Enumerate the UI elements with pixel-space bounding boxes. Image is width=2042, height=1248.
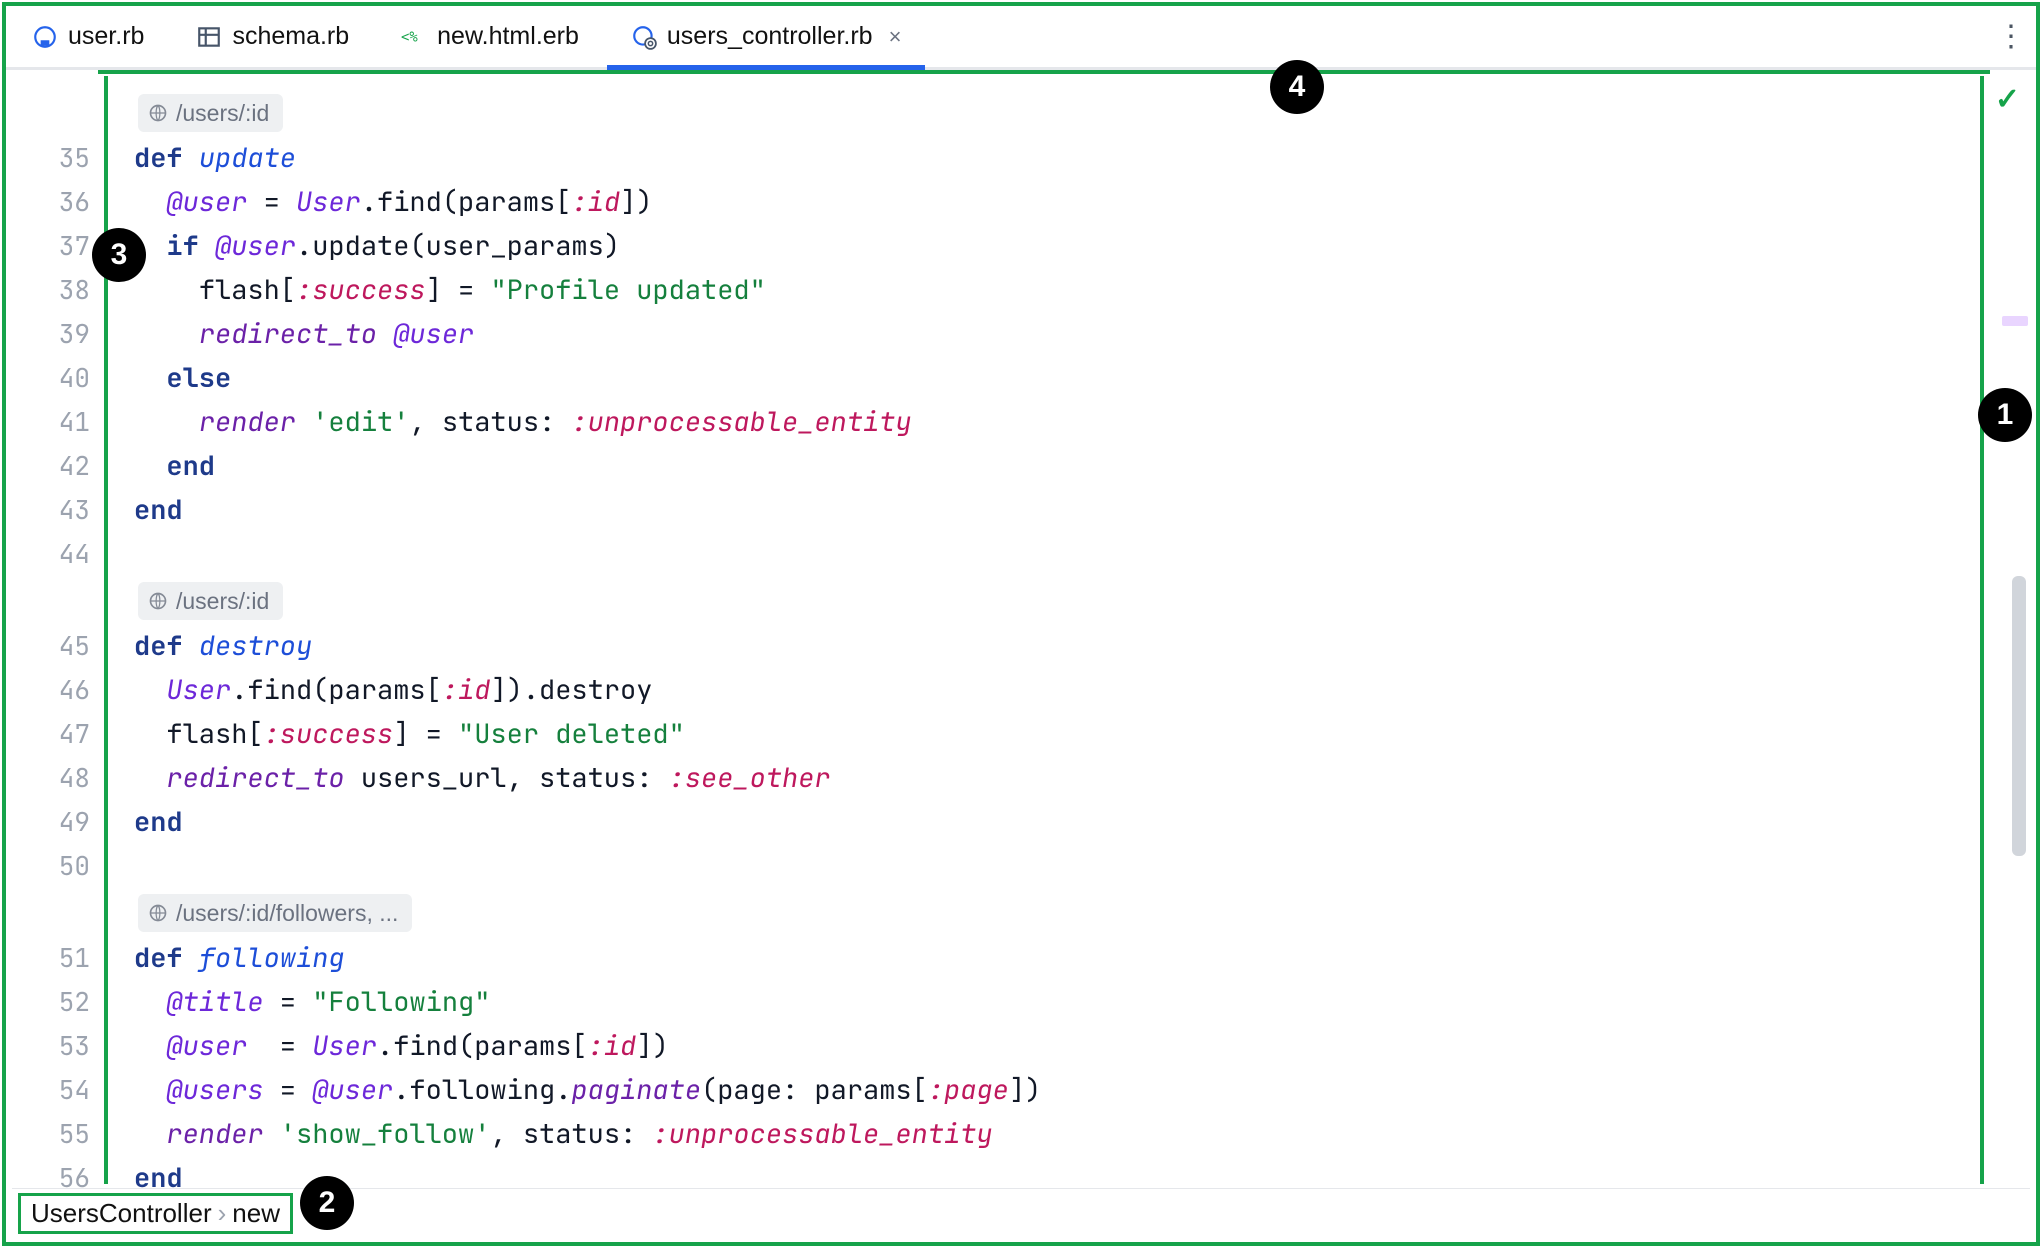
callout-badge-2: 2 bbox=[300, 1176, 354, 1230]
line-number-gutter[interactable]: 35 36 37 38 39 40 41 42 43 44 45 46 47 4… bbox=[12, 76, 104, 1184]
code-line: render 'edit', status: :unprocessable_en… bbox=[134, 400, 1980, 444]
code-line: @title = "Following" bbox=[134, 980, 1980, 1024]
scrollbar-thumb[interactable] bbox=[2012, 576, 2026, 856]
tab-users-controller-rb[interactable]: users_controller.rb × bbox=[605, 6, 928, 67]
line-number: 51 bbox=[12, 936, 90, 980]
line-number: 54 bbox=[12, 1068, 90, 1112]
line-number: 46 bbox=[12, 668, 90, 712]
code-line: @user = User.find(params[:id]) bbox=[134, 180, 1980, 224]
line-number: 53 bbox=[12, 1024, 90, 1068]
code-line: redirect_to @user bbox=[134, 312, 1980, 356]
code-line: redirect_to users_url, status: :see_othe… bbox=[134, 756, 1980, 800]
line-number: 41 bbox=[12, 400, 90, 444]
code-line: end bbox=[134, 488, 1980, 532]
code-region: /users/:id def update @user = User.find(… bbox=[104, 76, 1984, 1184]
line-number: 55 bbox=[12, 1112, 90, 1156]
line-number: 45 bbox=[12, 624, 90, 668]
tab-label: user.rb bbox=[68, 22, 144, 51]
code-line: @users = @user.following.paginate(page: … bbox=[134, 1068, 1980, 1112]
code-line: @user = User.find(params[:id]) bbox=[134, 1024, 1980, 1068]
route-hint: /users/:id/followers, ... bbox=[138, 894, 412, 932]
code-line: def following bbox=[134, 936, 1980, 980]
globe-icon bbox=[148, 103, 168, 123]
line-number: 39 bbox=[12, 312, 90, 356]
line-number: 35 bbox=[12, 136, 90, 180]
code-line: end bbox=[134, 444, 1980, 488]
code-line: else bbox=[134, 356, 1980, 400]
code-line: def destroy bbox=[134, 624, 1980, 668]
line-number: 47 bbox=[12, 712, 90, 756]
route-hint-text: /users/:id/followers, ... bbox=[176, 891, 398, 935]
tab-options-menu[interactable]: ⋮ bbox=[1986, 6, 2036, 67]
route-hint-text: /users/:id bbox=[176, 91, 269, 135]
table-icon bbox=[196, 24, 222, 50]
line-number: 48 bbox=[12, 756, 90, 800]
code-line: if @user.update(user_params) bbox=[134, 224, 1980, 268]
line-number: 38 bbox=[12, 268, 90, 312]
code-line: end bbox=[134, 800, 1980, 844]
marker-strip[interactable]: ✓ bbox=[1984, 76, 2030, 1184]
code-line bbox=[134, 532, 1980, 576]
tab-label: new.html.erb bbox=[437, 22, 579, 51]
code-line: flash[:success] = "User deleted" bbox=[134, 712, 1980, 756]
line-number: 36 bbox=[12, 180, 90, 224]
route-hint: /users/:id bbox=[138, 94, 283, 132]
line-number: 37 bbox=[12, 224, 90, 268]
tab-bar: user.rb schema.rb <% new.html.erb users_… bbox=[6, 6, 2036, 70]
marker-tick[interactable] bbox=[2002, 316, 2028, 326]
globe-icon bbox=[148, 903, 168, 923]
code-editor[interactable]: /users/:id def update @user = User.find(… bbox=[108, 76, 1980, 1184]
line-number: 49 bbox=[12, 800, 90, 844]
line-number: 52 bbox=[12, 980, 90, 1024]
tab-user-rb[interactable]: user.rb bbox=[6, 6, 170, 67]
line-number: 50 bbox=[12, 844, 90, 888]
breadcrumb[interactable]: UsersController › new bbox=[18, 1193, 293, 1234]
callout-badge-4: 4 bbox=[1270, 60, 1324, 114]
callout-badge-3: 3 bbox=[92, 228, 146, 282]
code-line: render 'show_follow', status: :unprocess… bbox=[134, 1112, 1980, 1156]
tab-schema-rb[interactable]: schema.rb bbox=[170, 6, 375, 67]
code-line: User.find(params[:id]).destroy bbox=[134, 668, 1980, 712]
ruby-gear-icon bbox=[631, 24, 657, 50]
callout-badge-1: 1 bbox=[1978, 388, 2032, 442]
code-line: def update bbox=[134, 136, 1980, 180]
tab-label: users_controller.rb bbox=[667, 22, 873, 51]
route-hint: /users/:id bbox=[138, 582, 283, 620]
breadcrumb-segment: new bbox=[232, 1198, 280, 1229]
ruby-class-icon bbox=[32, 24, 58, 50]
tab-label: schema.rb bbox=[232, 22, 349, 51]
line-number: 44 bbox=[12, 532, 90, 576]
globe-icon bbox=[148, 591, 168, 611]
code-line: flash[:success] = "Profile updated" bbox=[134, 268, 1980, 312]
breadcrumb-segment: UsersController bbox=[31, 1198, 212, 1229]
editor-area: 35 36 37 38 39 40 41 42 43 44 45 46 47 4… bbox=[12, 76, 2030, 1184]
editor-frame: user.rb schema.rb <% new.html.erb users_… bbox=[2, 2, 2040, 1246]
line-number: 40 bbox=[12, 356, 90, 400]
chevron-right-icon: › bbox=[218, 1198, 227, 1229]
line-number: 43 bbox=[12, 488, 90, 532]
erb-icon: <% bbox=[401, 24, 427, 50]
code-line bbox=[134, 844, 1980, 888]
tab-new-html-erb[interactable]: <% new.html.erb bbox=[375, 6, 605, 67]
close-icon[interactable]: × bbox=[889, 24, 902, 50]
svg-text:<%: <% bbox=[401, 30, 418, 46]
analysis-ok-icon[interactable]: ✓ bbox=[1995, 82, 2020, 117]
line-number: 42 bbox=[12, 444, 90, 488]
route-hint-text: /users/:id bbox=[176, 579, 269, 623]
